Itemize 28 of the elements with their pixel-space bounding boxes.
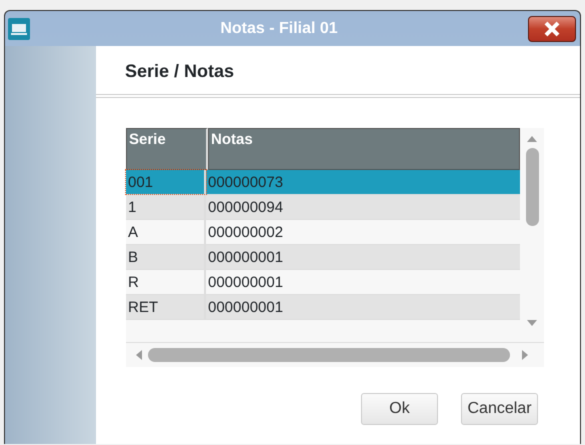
scroll-left-icon[interactable] <box>134 349 144 361</box>
scroll-down-icon[interactable] <box>526 318 538 328</box>
window-icon <box>8 18 30 40</box>
scroll-thumb[interactable] <box>148 348 510 362</box>
table-cell-text: 000000073 <box>207 173 284 193</box>
scroll-thumb[interactable] <box>526 148 538 226</box>
table-cell: RET <box>126 295 206 319</box>
scroll-up-icon[interactable] <box>526 134 538 144</box>
table-row[interactable]: 1 000000094 <box>126 195 520 220</box>
table-cell-text: 000000001 <box>207 273 284 293</box>
table-row[interactable]: A 000000002 <box>126 220 520 245</box>
table-row[interactable]: RET 000000001 <box>126 295 520 320</box>
dialog-heading: Serie / Notas <box>125 61 234 81</box>
table-cell-text: 000000094 <box>207 198 284 218</box>
close-icon <box>543 20 561 36</box>
table-row[interactable]: R 000000001 <box>126 270 520 295</box>
table-cell-text: 000000001 <box>207 248 284 268</box>
dialog-button[interactable]: Cancelar <box>461 393 538 425</box>
table-row[interactable]: B 000000001 <box>126 245 520 270</box>
table-cell-text: 000000001 <box>207 298 284 318</box>
table-row[interactable]: 001 000000073 <box>126 170 520 195</box>
window-title: Notas - Filial 01 <box>219 18 339 38</box>
table-cell-text: 000000002 <box>207 223 284 243</box>
scroll-right-icon[interactable] <box>520 349 530 361</box>
close-button[interactable] <box>528 16 576 42</box>
column-header[interactable]: Serie <box>126 128 208 170</box>
dialog-button[interactable]: Ok <box>361 393 438 425</box>
column-header[interactable]: Notas <box>208 128 520 170</box>
